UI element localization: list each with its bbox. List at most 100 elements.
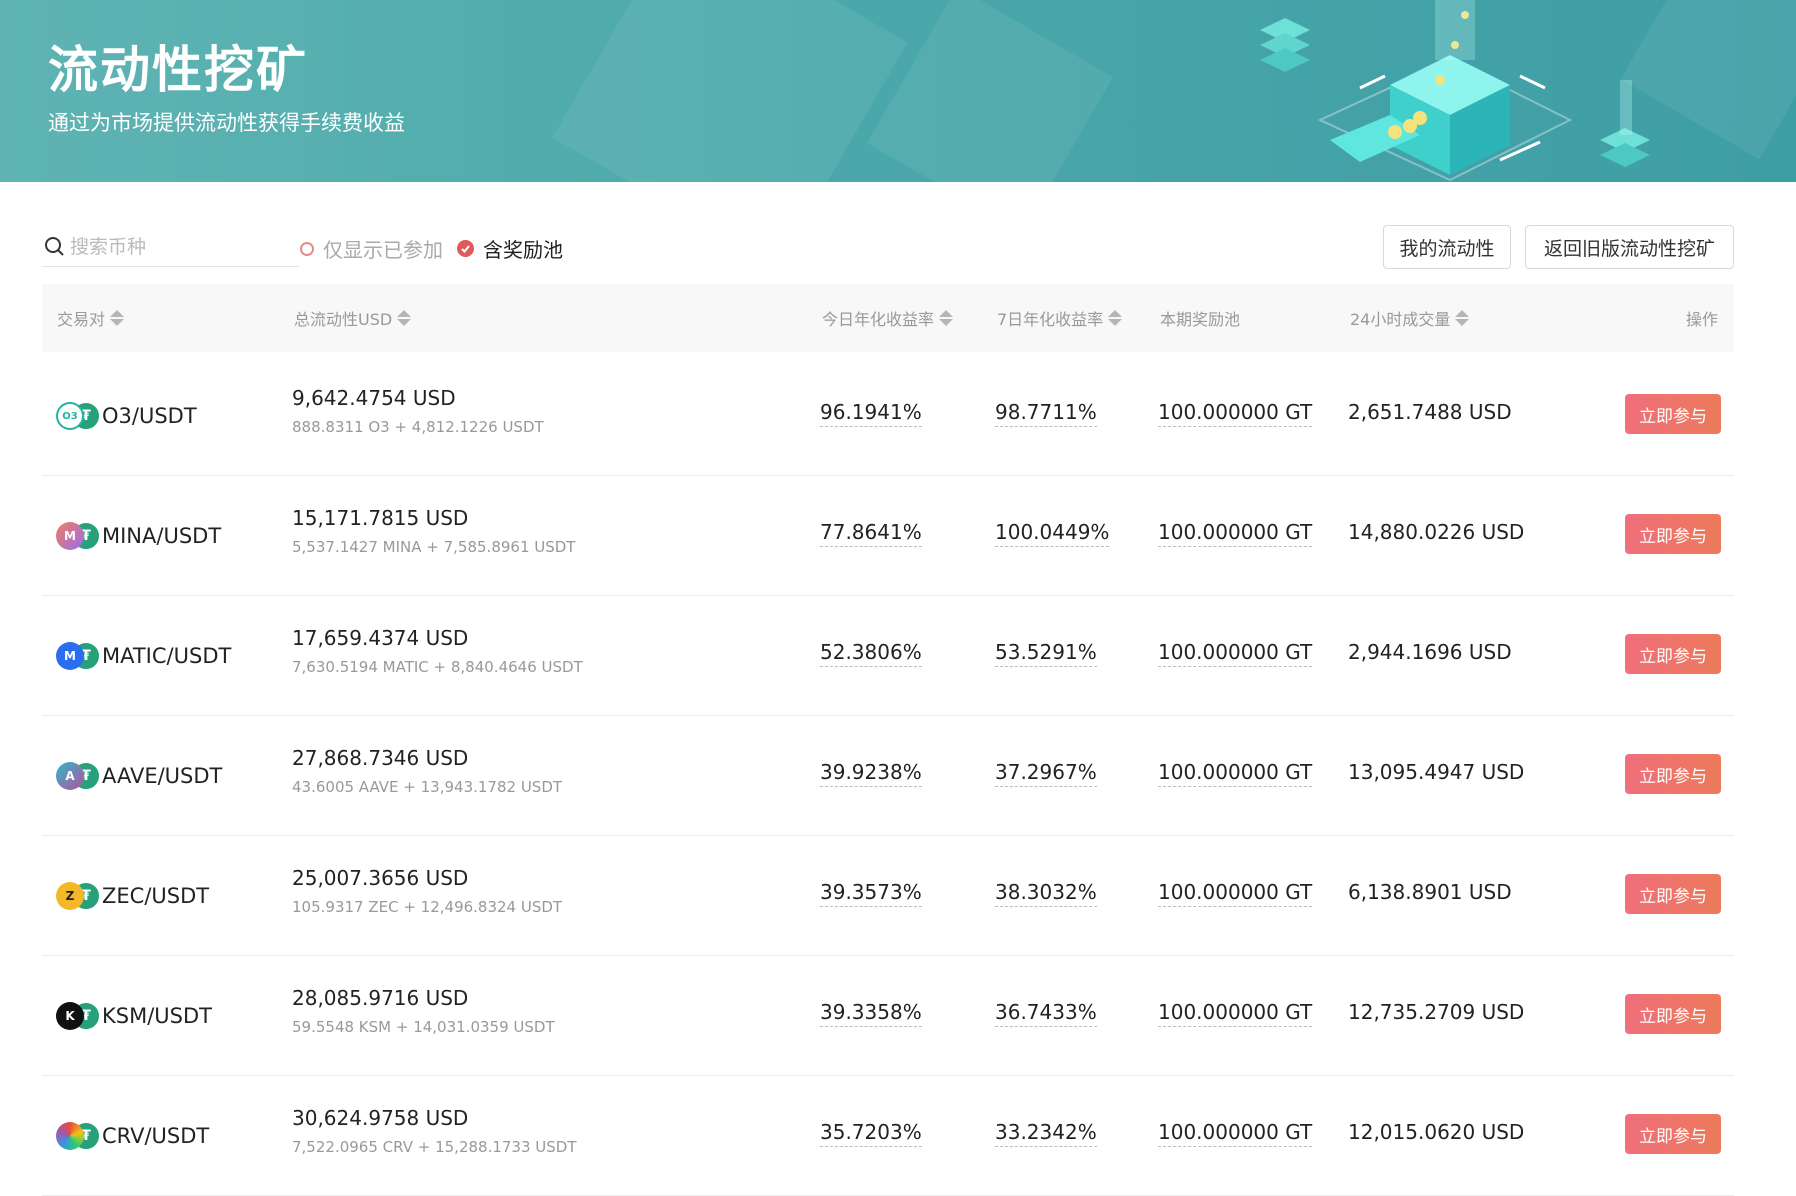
today-apy-value: 39.9238% — [820, 760, 922, 787]
reward-value: 100.000000 GT — [1158, 520, 1313, 547]
week-apy-cell: 33.2342% — [995, 1120, 1097, 1147]
mining-illustration — [1260, 0, 1650, 182]
pair-name: CRV/USDT — [102, 1124, 210, 1148]
banner-decoration — [552, 0, 908, 182]
filter-reward-label: 含奖励池 — [483, 238, 563, 262]
header-reward-pool-label: 本期奖励池 — [1160, 310, 1241, 329]
volume-value: 12,735.2709 USD — [1348, 1000, 1525, 1024]
join-button[interactable]: 立即参与 — [1625, 514, 1721, 554]
reward-value: 100.000000 GT — [1158, 880, 1313, 907]
sort-icon — [1455, 310, 1470, 326]
week-apy-cell: 36.7433% — [995, 1000, 1097, 1027]
reward-value: 100.000000 GT — [1158, 760, 1313, 787]
search-box[interactable] — [42, 228, 299, 267]
radio-unchecked-icon — [300, 241, 314, 256]
liquidity-cell: 27,868.7346 USD 43.6005 AAVE + 13,943.17… — [292, 746, 562, 796]
sort-icon — [939, 310, 954, 326]
matic-coin-icon: M — [56, 642, 84, 670]
my-liquidity-button[interactable]: 我的流动性 — [1383, 225, 1511, 269]
table-row: K ₮ KSM/USDT 28,085.9716 USD 59.5548 KSM… — [42, 956, 1734, 1076]
table-row: Z ₮ ZEC/USDT 25,007.3656 USD 105.9317 ZE… — [42, 836, 1734, 956]
reward-value: 100.000000 GT — [1158, 1000, 1313, 1027]
join-button[interactable]: 立即参与 — [1625, 394, 1721, 434]
liquidity-cell: 9,642.4754 USD 888.8311 O3 + 4,812.1226 … — [292, 386, 544, 436]
liquidity-cell: 17,659.4374 USD 7,630.5194 MATIC + 8,840… — [292, 626, 583, 676]
week-apy-value: 53.5291% — [995, 640, 1097, 667]
crv-coin-icon — [56, 1122, 84, 1150]
header-action: 操作 — [1686, 284, 1718, 352]
week-apy-value: 100.0449% — [995, 520, 1110, 547]
sort-icon — [397, 310, 412, 326]
pair-name: MATIC/USDT — [102, 644, 232, 668]
join-button[interactable]: 立即参与 — [1625, 634, 1721, 674]
liquidity-total: 28,085.9716 USD — [292, 986, 469, 1010]
volume-cell: 2,651.7488 USD — [1348, 400, 1512, 424]
sort-icon — [110, 310, 125, 326]
old-version-button[interactable]: 返回旧版流动性挖矿 — [1525, 225, 1734, 269]
header-today-apy-label: 今日年化收益率 — [822, 310, 935, 329]
header-volume[interactable]: 24小时成交量 — [1350, 284, 1470, 352]
join-button[interactable]: 立即参与 — [1625, 754, 1721, 794]
header-pair[interactable]: 交易对 — [57, 284, 125, 352]
liquidity-cell: 15,171.7815 USD 5,537.1427 MINA + 7,585.… — [292, 506, 575, 556]
volume-cell: 6,138.8901 USD — [1348, 880, 1512, 904]
pair-cell: K ₮ KSM/USDT — [56, 956, 212, 1076]
today-apy-cell: 35.7203% — [820, 1120, 922, 1147]
pair-cell: A ₮ AAVE/USDT — [56, 716, 222, 836]
table-header: 交易对 总流动性USD 今日年化收益率 7日年化收益率 本期奖励池 24小时成交… — [42, 284, 1734, 352]
liquidity-detail: 105.9317 ZEC + 12,496.8324 USDT — [292, 898, 563, 916]
liquidity-total: 15,171.7815 USD — [292, 506, 469, 530]
page-title: 流动性挖矿 — [48, 41, 308, 99]
table-row: M ₮ MATIC/USDT 17,659.4374 USD 7,630.519… — [42, 596, 1734, 716]
liquidity-cell: 28,085.9716 USD 59.5548 KSM + 14,031.035… — [292, 986, 555, 1036]
reward-cell: 100.000000 GT — [1158, 400, 1313, 427]
header-volume-label: 24小时成交量 — [1350, 310, 1451, 329]
volume-cell: 14,880.0226 USD — [1348, 520, 1524, 544]
banner: 流动性挖矿 通过为市场提供流动性获得手续费收益 — [0, 0, 1796, 182]
volume-value: 13,095.4947 USD — [1348, 760, 1525, 784]
week-apy-cell: 38.3032% — [995, 880, 1097, 907]
join-button[interactable]: 立即参与 — [1625, 1114, 1721, 1154]
week-apy-value: 37.2967% — [995, 760, 1097, 787]
table-row: A ₮ AAVE/USDT 27,868.7346 USD 43.6005 AA… — [42, 716, 1734, 836]
volume-value: 2,651.7488 USD — [1348, 400, 1512, 424]
filter-reward-pool[interactable]: 含奖励池 — [457, 234, 563, 263]
liquidity-detail: 5,537.1427 MINA + 7,585.8961 USDT — [292, 538, 576, 556]
header-today-apy[interactable]: 今日年化收益率 — [822, 284, 954, 352]
volume-cell: 12,015.0620 USD — [1348, 1120, 1524, 1144]
join-button[interactable]: 立即参与 — [1625, 874, 1721, 914]
filter-joined-only[interactable]: 仅显示已参加 — [300, 234, 443, 263]
today-apy-cell: 96.1941% — [820, 400, 922, 427]
week-apy-cell: 98.7711% — [995, 400, 1097, 427]
header-week-apy[interactable]: 7日年化收益率 — [997, 284, 1123, 352]
reward-cell: 100.000000 GT — [1158, 760, 1313, 787]
week-apy-value: 36.7433% — [995, 1000, 1097, 1027]
pair-name: KSM/USDT — [102, 1004, 212, 1028]
today-apy-value: 52.3806% — [820, 640, 922, 667]
aave-coin-icon: A — [56, 762, 84, 790]
header-liquidity-label: 总流动性USD — [294, 310, 393, 329]
header-reward-pool: 本期奖励池 — [1160, 284, 1240, 352]
pair-cell: O3 ₮ O3/USDT — [56, 356, 197, 476]
pair-name: MINA/USDT — [102, 524, 222, 548]
today-apy-value: 77.8641% — [820, 520, 922, 547]
search-icon — [45, 237, 64, 256]
header-week-apy-label: 7日年化收益率 — [997, 310, 1104, 329]
header-liquidity[interactable]: 总流动性USD — [294, 284, 412, 352]
pair-cell: Z ₮ ZEC/USDT — [56, 836, 209, 956]
liquidity-total: 27,868.7346 USD — [292, 746, 469, 770]
search-input[interactable] — [68, 235, 282, 259]
table-row: M ₮ MINA/USDT 15,171.7815 USD 5,537.1427… — [42, 476, 1734, 596]
week-apy-cell: 53.5291% — [995, 640, 1097, 667]
today-apy-cell: 39.3358% — [820, 1000, 922, 1027]
header-action-label: 操作 — [1686, 310, 1719, 329]
sort-icon — [1108, 310, 1123, 326]
today-apy-value: 96.1941% — [820, 400, 922, 427]
o3-coin-icon: O3 — [56, 402, 84, 430]
join-button[interactable]: 立即参与 — [1625, 994, 1721, 1034]
week-apy-value: 98.7711% — [995, 400, 1097, 427]
liquidity-cell: 30,624.9758 USD 7,522.0965 CRV + 15,288.… — [292, 1106, 577, 1156]
liquidity-detail: 7,522.0965 CRV + 15,288.1733 USDT — [292, 1138, 577, 1156]
mina-coin-icon: M — [56, 522, 84, 550]
reward-value: 100.000000 GT — [1158, 400, 1313, 427]
